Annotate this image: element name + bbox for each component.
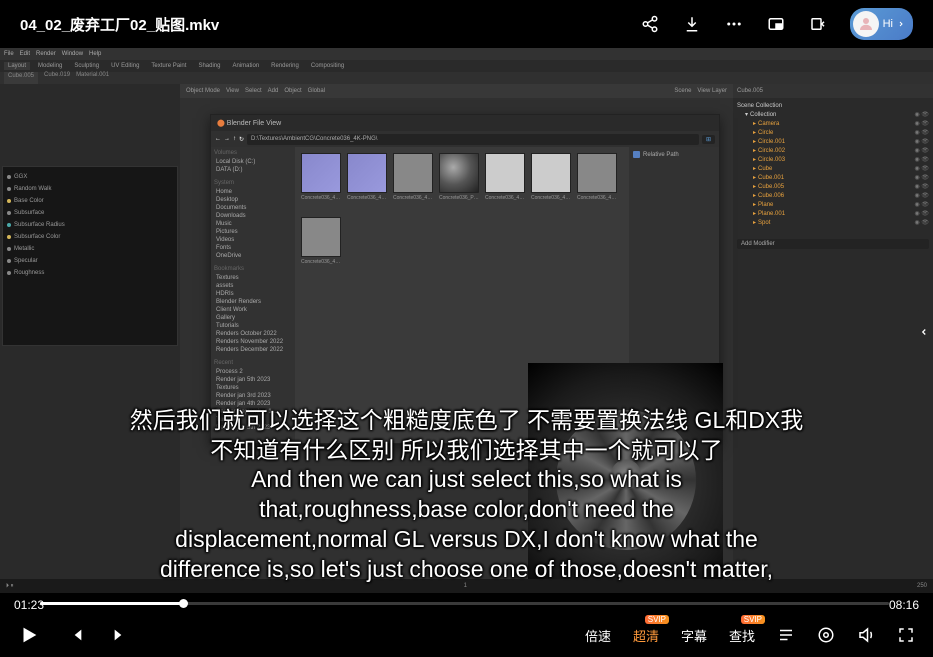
volume-icon[interactable] [857, 626, 875, 644]
subtitles: 然后我们就可以选择这个粗糙度底色了 不需要置换法线 GL和DX我 不知道有什么区… [0, 406, 933, 585]
viewport-header: Object ModeViewSelectAddObjectGlobal Sce… [180, 84, 733, 98]
thumb-item: Concrete036_4K_... [393, 153, 433, 201]
next-button[interactable] [112, 627, 128, 643]
collapse-icon[interactable] [808, 14, 828, 34]
chevron-left-icon [919, 327, 929, 337]
more-icon[interactable] [724, 14, 744, 34]
blender-menubar: FileEditRenderWindowHelp [0, 48, 933, 60]
settings-icon[interactable] [817, 626, 835, 644]
play-button[interactable] [18, 624, 40, 646]
total-time: 08:16 [889, 598, 919, 612]
playlist-icon[interactable] [777, 626, 795, 644]
quality-button[interactable]: 超清SVIP [633, 626, 659, 645]
video-content[interactable]: FileEditRenderWindowHelp LayoutModelingS… [0, 48, 933, 593]
progress-bar[interactable] [40, 602, 889, 605]
outliner: Scene Collection ▾ Collection◉ 👁 ▸ Camer… [733, 98, 933, 231]
pip-icon[interactable] [766, 14, 786, 34]
thumb-item: Concrete036_4K_... [577, 153, 617, 201]
fb-title: ⬤ Blender File View [211, 115, 719, 131]
search-button[interactable]: 查找SVIP [729, 626, 755, 645]
prev-button[interactable] [68, 627, 84, 643]
thumb-item: Concrete036_4K_N... [301, 153, 341, 201]
thumb-item: Concrete036_4K_... [485, 153, 525, 201]
fullscreen-icon[interactable] [897, 626, 915, 644]
subtitle-button[interactable]: 字幕 [681, 626, 707, 645]
current-time: 01:23 [14, 598, 44, 612]
fb-toolbar: ←→↑↻ D:\Textures\AmbientCG\Concrete036_4… [211, 131, 719, 147]
shader-node: GGX Random Walk Base Color Subsurface Su… [2, 166, 178, 346]
fb-sidebar: Volumes Local Disk (C:) DATA (D:) System… [211, 147, 295, 443]
video-title: 04_02_废弃工厂02_贴图.mkv [20, 14, 219, 35]
blender-workspace-tabs: LayoutModelingSculptingUV EditingTexture… [0, 60, 933, 72]
user-avatar-badge[interactable]: Hi [850, 8, 913, 40]
thumb-item: Concrete036_PREV... [439, 153, 479, 201]
side-panel-toggle[interactable] [915, 310, 933, 354]
hi-label: Hi [883, 18, 893, 30]
avatar-icon [853, 11, 879, 37]
speed-button[interactable]: 倍速 [585, 626, 611, 645]
thumb-item: Concrete036_4K_D... [301, 217, 341, 265]
thumb-item: Concrete036_4K_... [347, 153, 387, 201]
chevron-right-icon [897, 20, 905, 28]
thumb-item: Concrete036_4K_P... [531, 153, 571, 201]
download-icon[interactable] [682, 14, 702, 34]
blender-subheader: Cube.005 Cube.019 Material.001 [0, 72, 933, 84]
share-icon[interactable] [640, 14, 660, 34]
